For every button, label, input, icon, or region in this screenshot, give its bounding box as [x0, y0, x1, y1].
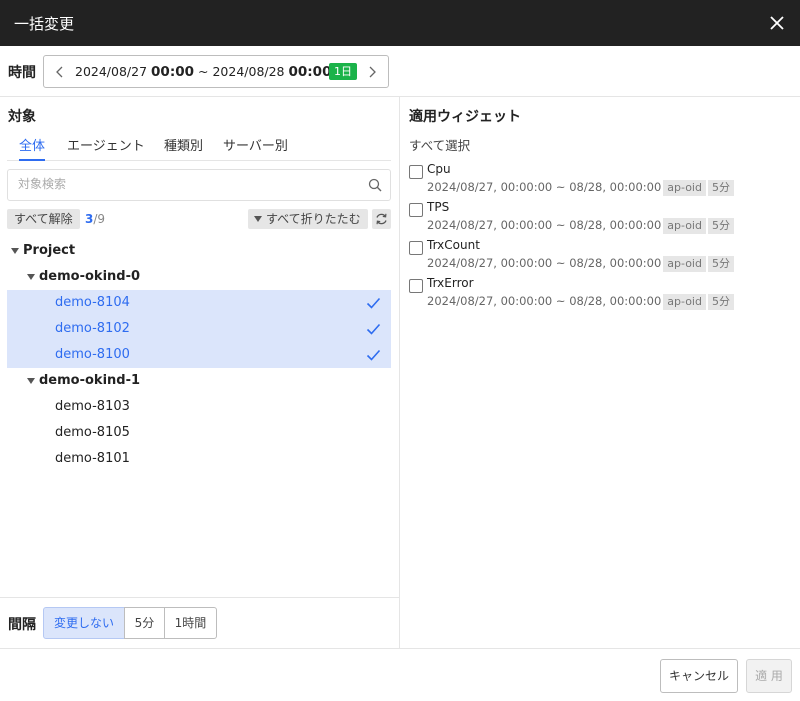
widget-range: 2024/08/27, 00:00:00 ~ 08/28, 00:00:00 [427, 180, 662, 194]
tree-group-label: demo-okind-1 [39, 373, 141, 388]
target-title: 対象 [8, 109, 36, 125]
interval-label: 間隔 [8, 617, 36, 633]
start-date: 2024/08/27 [75, 64, 148, 79]
tree-root[interactable]: Project [7, 238, 391, 264]
widgets-panel: 適用ウィジェット すべて選択 Cpu 2024/08/27, 00:00:00 … [400, 97, 800, 648]
widget-name: Cpu [427, 162, 451, 176]
tree-item-8103[interactable]: demo-8103 [7, 394, 391, 420]
target-search [7, 169, 391, 201]
total-count: /9 [93, 212, 106, 226]
select-all-link[interactable]: すべて選択 [409, 135, 470, 154]
tree-group-label: demo-okind-0 [39, 269, 141, 284]
cancel-button[interactable]: キャンセル [660, 659, 738, 693]
tree-group-okind-1[interactable]: demo-okind-1 [7, 368, 391, 394]
widget-checkbox[interactable] [409, 241, 423, 255]
start-time: 00:00 [151, 64, 195, 80]
widget-tag-oid: ap-oid [663, 256, 706, 272]
widget-tag-oid: ap-oid [663, 294, 706, 310]
widget-tag-interval: 5分 [707, 180, 734, 196]
time-range-text: 2024/08/27 00:00 ~ 2024/08/28 00:00 [75, 64, 331, 80]
caret-down-icon [254, 216, 262, 222]
selection-count: 3/9 [85, 212, 105, 226]
chevron-left-icon[interactable] [54, 64, 66, 80]
interval-option-5min[interactable]: 5分 [124, 607, 165, 639]
tab-agent[interactable]: エージェント [67, 135, 145, 161]
widget-range: 2024/08/27, 00:00:00 ~ 08/28, 00:00:00 [427, 294, 662, 308]
widget-item-trxerror[interactable]: TrxError 2024/08/27, 00:00:00 ~ 08/28, 0… [409, 276, 789, 314]
tree-item-label: demo-8104 [55, 295, 130, 310]
widget-tag-interval: 5分 [707, 256, 734, 272]
refresh-icon [376, 213, 387, 225]
tree-item-label: demo-8102 [55, 321, 130, 336]
tab-server[interactable]: サーバー別 [223, 135, 288, 161]
apply-button[interactable]: 適 用 [746, 659, 792, 693]
time-range-picker[interactable]: 2024/08/27 00:00 ~ 2024/08/28 00:00 1日 [43, 55, 389, 88]
widget-item-cpu[interactable]: Cpu 2024/08/27, 00:00:00 ~ 08/28, 00:00:… [409, 162, 789, 200]
widget-tag-interval: 5分 [707, 294, 734, 310]
duration-badge: 1日 [329, 63, 357, 80]
widget-name: TPS [427, 200, 450, 214]
widget-checkbox[interactable] [409, 203, 423, 217]
tab-type[interactable]: 種類別 [164, 135, 203, 161]
widget-meta: 2024/08/27, 00:00:00 ~ 08/28, 00:00:00 ap… [427, 180, 734, 196]
widget-checkbox[interactable] [409, 165, 423, 179]
caret-down-icon[interactable] [11, 248, 19, 254]
target-panel: 対象 全体 エージェント 種類別 サーバー別 すべて解除 3/9 すべて折りたた… [0, 97, 400, 648]
time-row: 時間 2024/08/27 00:00 ~ 2024/08/28 00:00 1… [0, 46, 800, 97]
widget-meta: 2024/08/27, 00:00:00 ~ 08/28, 00:00:00 ap… [427, 218, 734, 234]
dialog-footer: キャンセル 適 用 [0, 648, 800, 701]
tree-group-okind-0[interactable]: demo-okind-0 [7, 264, 391, 290]
widget-tag-oid: ap-oid [663, 218, 706, 234]
tree-item-8100[interactable]: demo-8100 [7, 342, 391, 368]
check-icon [366, 297, 381, 309]
widget-checkbox[interactable] [409, 279, 423, 293]
widget-name: TrxError [427, 276, 474, 290]
widget-item-tps[interactable]: TPS 2024/08/27, 00:00:00 ~ 08/28, 00:00:… [409, 200, 789, 238]
check-icon [366, 323, 381, 335]
collapse-all-button[interactable]: すべて折りたたむ [248, 209, 368, 229]
target-tabs: 全体 エージェント 種類別 サーバー別 [7, 133, 391, 161]
tree-item-8102[interactable]: demo-8102 [7, 316, 391, 342]
time-label: 時間 [8, 65, 36, 81]
dialog-title: 一括変更 [14, 15, 75, 33]
widget-tag-oid: ap-oid [663, 180, 706, 196]
widget-meta: 2024/08/27, 00:00:00 ~ 08/28, 00:00:00 ap… [427, 256, 734, 272]
range-separator: ~ [198, 64, 209, 79]
tree-item-label: demo-8100 [55, 347, 130, 362]
tree-item-8101[interactable]: demo-8101 [7, 446, 391, 472]
tree-item-label: demo-8101 [55, 451, 130, 466]
widget-item-trxcount[interactable]: TrxCount 2024/08/27, 00:00:00 ~ 08/28, 0… [409, 238, 789, 276]
tree-root-label: Project [23, 243, 76, 258]
widget-meta: 2024/08/27, 00:00:00 ~ 08/28, 00:00:00 ap… [427, 294, 734, 310]
caret-down-icon[interactable] [27, 274, 35, 280]
tree-item-label: demo-8103 [55, 399, 130, 414]
widget-range: 2024/08/27, 00:00:00 ~ 08/28, 00:00:00 [427, 218, 662, 232]
close-icon[interactable] [768, 14, 786, 32]
tree-item-8105[interactable]: demo-8105 [7, 420, 391, 446]
target-search-input[interactable] [18, 177, 358, 191]
widget-range: 2024/08/27, 00:00:00 ~ 08/28, 00:00:00 [427, 256, 662, 270]
deselect-all-button[interactable]: すべて解除 [7, 209, 80, 229]
search-icon[interactable] [368, 178, 382, 192]
widget-tag-interval: 5分 [707, 218, 734, 234]
refresh-button[interactable] [372, 209, 391, 229]
tab-all[interactable]: 全体 [19, 135, 46, 161]
tree-item-8104[interactable]: demo-8104 [7, 290, 391, 316]
interval-option-1hour[interactable]: 1時間 [164, 607, 217, 639]
interval-option-no-change[interactable]: 変更しない [43, 607, 125, 639]
collapse-all-label: すべて折りたたむ [266, 212, 361, 226]
check-icon [366, 349, 381, 361]
chevron-right-icon[interactable] [366, 64, 378, 80]
widget-name: TrxCount [427, 238, 480, 252]
widgets-title: 適用ウィジェット [409, 109, 521, 125]
tree-item-label: demo-8105 [55, 425, 130, 440]
dialog-titlebar: 一括変更 [0, 0, 800, 46]
end-time: 00:00 [288, 64, 332, 80]
interval-row: 間隔 変更しない 5分 1時間 [0, 597, 399, 648]
end-date: 2024/08/28 [212, 64, 285, 79]
caret-down-icon[interactable] [27, 378, 35, 384]
